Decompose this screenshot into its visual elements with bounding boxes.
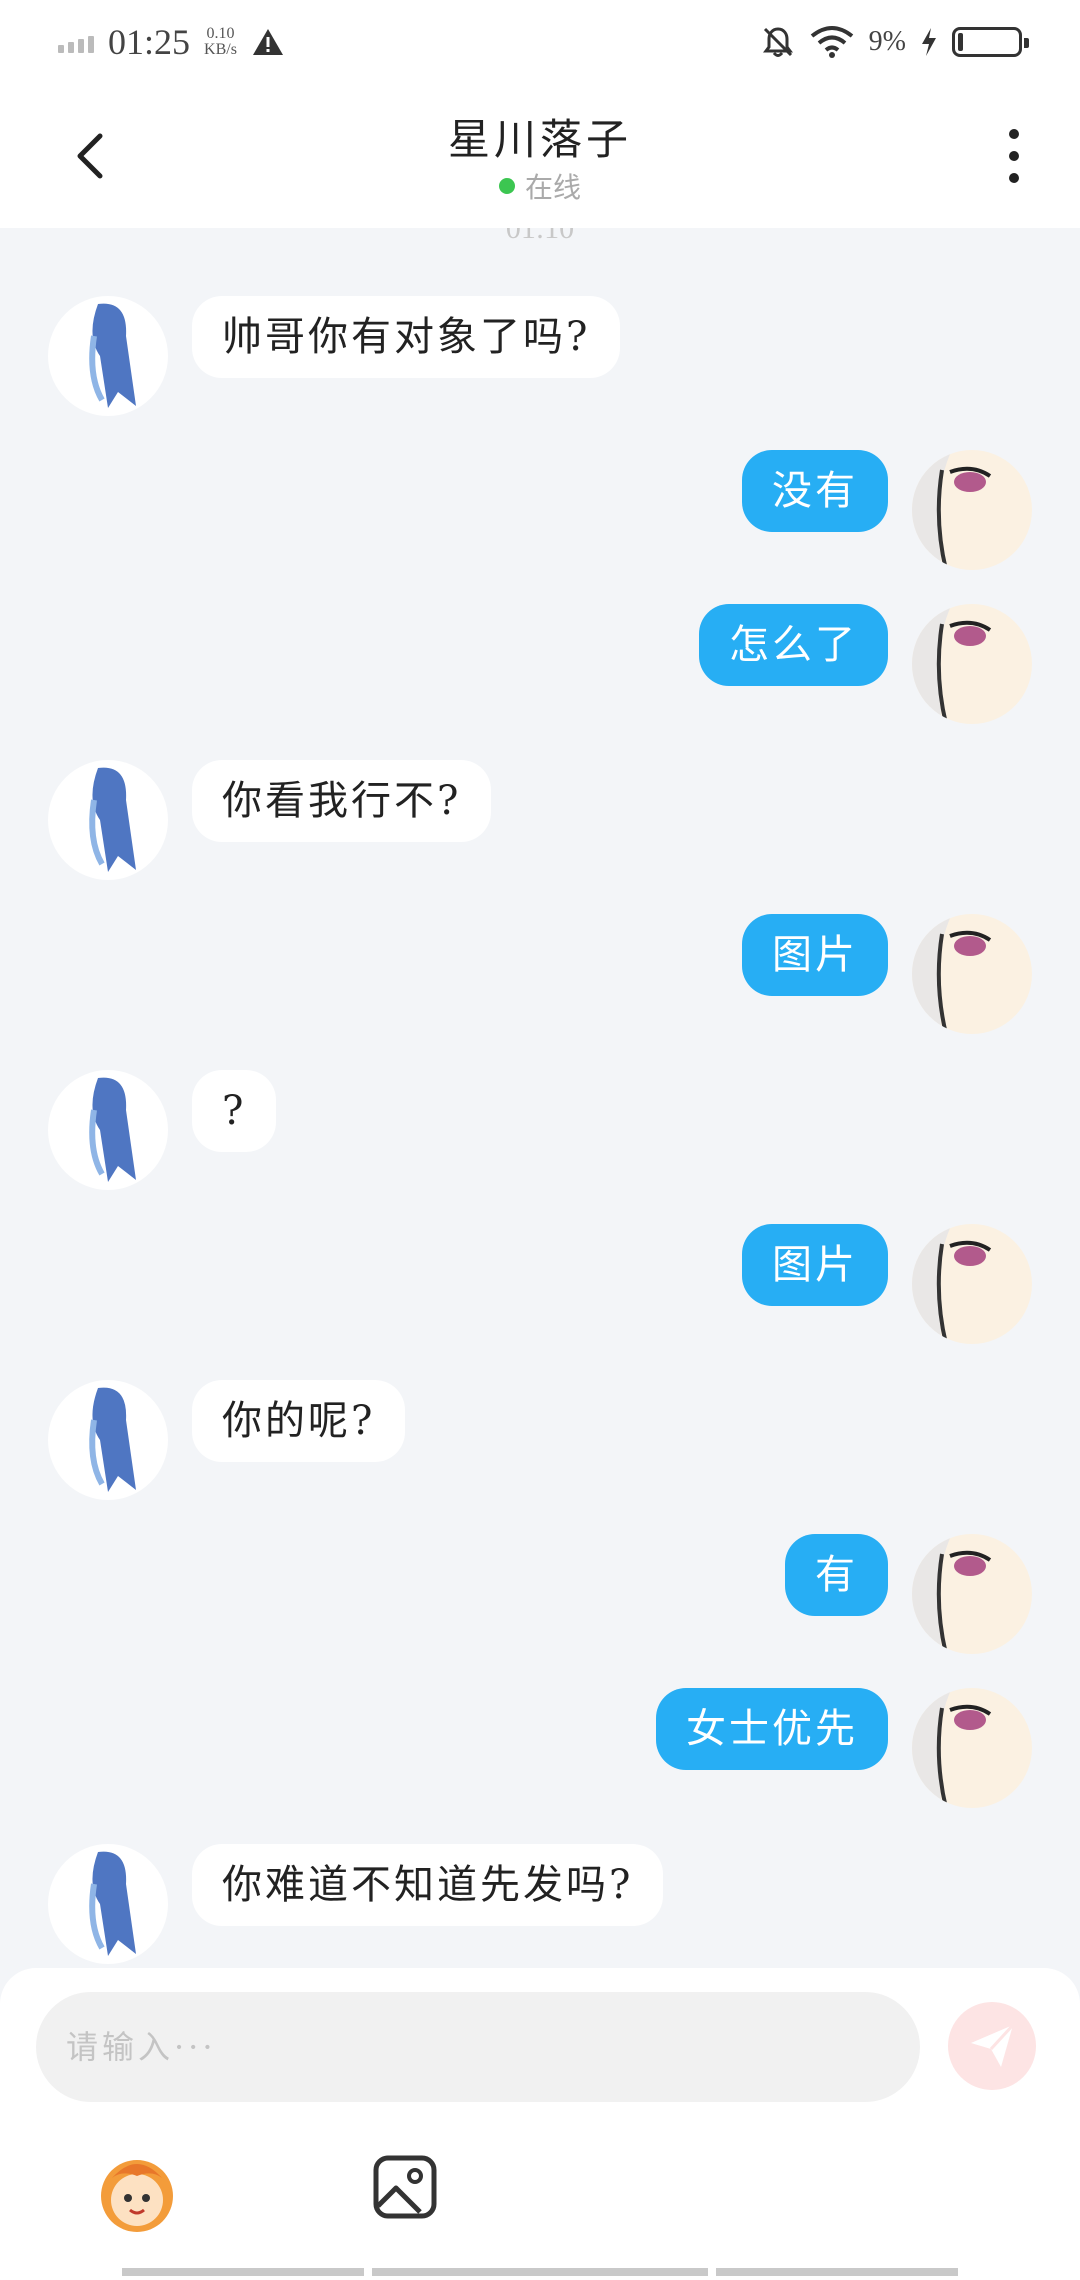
message-bubble[interactable]: ?: [192, 1070, 277, 1152]
contact-avatar[interactable]: [48, 1844, 168, 1964]
system-nav-bar: [0, 2268, 1080, 2280]
message-bubble[interactable]: 你看我行不?: [192, 760, 492, 842]
message-bubble[interactable]: 女士优先: [656, 1688, 888, 1770]
battery-percent: 9%: [868, 26, 906, 57]
received-message: 你难道不知道先发吗?: [0, 1844, 1080, 1964]
my-avatar[interactable]: [912, 604, 1032, 724]
message-bubble[interactable]: 没有: [742, 450, 888, 532]
my-avatar[interactable]: [912, 450, 1032, 570]
status-bar: 01:25 0.10 KB/s 9%: [0, 0, 1080, 84]
message-bubble[interactable]: 图片: [742, 1224, 888, 1306]
received-message: 你看我行不?: [0, 760, 1080, 880]
online-dot-icon: [498, 178, 515, 194]
chat-screen: 01:25 0.10 KB/s 9% 星川落子 在线 01:10 帅哥你有对象了…: [0, 0, 1080, 2280]
network-speed: 0.10 KB/s: [204, 26, 237, 58]
warning-icon: [252, 29, 283, 55]
sent-message: 没有: [0, 450, 1080, 570]
status-bar-left: 01:25 0.10 KB/s: [58, 21, 285, 63]
status-bar-right: 9%: [761, 25, 1029, 59]
message-bubble[interactable]: 有: [785, 1534, 888, 1616]
network-speed-unit: KB/s: [204, 41, 237, 58]
my-avatar[interactable]: [912, 1224, 1032, 1344]
sent-message: 有: [0, 1534, 1080, 1654]
charging-icon: [922, 28, 936, 56]
chat-header: 星川落子 在线: [0, 84, 1080, 228]
received-message: 你的呢?: [0, 1380, 1080, 1500]
signal-icon: [58, 31, 94, 53]
message-bubble[interactable]: 你的呢?: [192, 1380, 406, 1462]
contact-avatar[interactable]: [48, 296, 168, 416]
send-button[interactable]: [948, 2002, 1036, 2090]
message-input[interactable]: [36, 1992, 920, 2102]
composer: [0, 1968, 1080, 2280]
contact-avatar[interactable]: [48, 1070, 168, 1190]
message-bubble[interactable]: 图片: [742, 914, 888, 996]
network-speed-value: 0.10: [206, 25, 235, 42]
message-bubble[interactable]: 你难道不知道先发吗?: [192, 1844, 664, 1926]
my-avatar[interactable]: [912, 1688, 1032, 1808]
message-list[interactable]: 01:10 帅哥你有对象了吗? 没有 怎么了 你看我行不? 图片 ? 图片 你的…: [0, 228, 1080, 1968]
my-avatar[interactable]: [912, 914, 1032, 1034]
message-bubble[interactable]: 帅哥你有对象了吗?: [192, 296, 621, 378]
bell-off-icon: [762, 27, 793, 57]
sent-message: 图片: [0, 1224, 1080, 1344]
contact-avatar[interactable]: [48, 760, 168, 880]
battery-icon: [952, 27, 1029, 57]
emoji-button[interactable]: [92, 2148, 182, 2238]
sent-message: 女士优先: [0, 1688, 1080, 1808]
contact-avatar[interactable]: [48, 1380, 168, 1500]
status-time: 01:25: [108, 22, 191, 62]
image-button[interactable]: [370, 2152, 440, 2222]
received-message: 帅哥你有对象了吗?: [0, 296, 1080, 416]
online-status: 在线: [0, 166, 1080, 206]
paper-plane-icon: [971, 2023, 1015, 2067]
contact-name: 星川落子: [447, 115, 632, 164]
message-bubble[interactable]: 怎么了: [699, 604, 888, 686]
more-options-button[interactable]: [992, 124, 1036, 188]
wifi-icon: [810, 26, 853, 58]
chat-timestamp: 01:10: [505, 228, 575, 245]
online-status-label: 在线: [524, 171, 581, 204]
received-message: ?: [0, 1070, 1080, 1190]
sent-message: 怎么了: [0, 604, 1080, 724]
sent-message: 图片: [0, 914, 1080, 1034]
my-avatar[interactable]: [912, 1534, 1032, 1654]
